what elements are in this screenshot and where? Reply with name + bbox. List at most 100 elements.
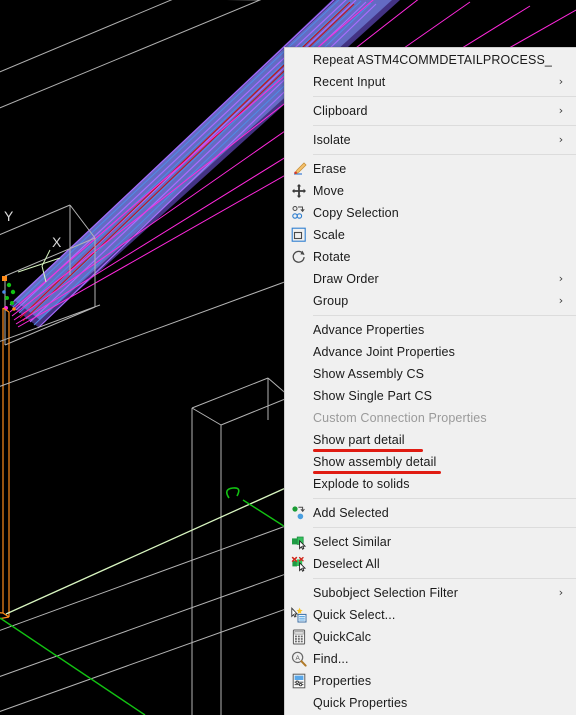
eraser-icon bbox=[294, 162, 307, 175]
copy-selection-icon bbox=[292, 206, 305, 219]
scale-icon-cell bbox=[285, 224, 313, 246]
menu-item-quick-properties[interactable]: Quick Properties bbox=[285, 692, 576, 714]
menu-item-advance-properties[interactable]: Advance Properties bbox=[285, 319, 576, 341]
menu-item-label: Isolate bbox=[313, 133, 351, 147]
menu-item-show-single-part-cs[interactable]: Show Single Part CS bbox=[285, 385, 576, 407]
menu-item-label: Quick Properties bbox=[313, 696, 408, 710]
menu-item-quickcalc[interactable]: QuickCalc bbox=[285, 626, 576, 648]
menu-item-group[interactable]: Group › bbox=[285, 290, 576, 312]
add-selected-icon-cell bbox=[285, 502, 313, 524]
menu-separator bbox=[313, 315, 576, 316]
rotate-icon bbox=[292, 250, 305, 263]
menu-item-move[interactable]: Move bbox=[285, 180, 576, 202]
menu-item-scale[interactable]: Scale bbox=[285, 224, 576, 246]
eraser-icon-cell bbox=[285, 158, 313, 180]
menu-item-explode-to-solids[interactable]: Explode to solids bbox=[285, 473, 576, 495]
menu-item-erase[interactable]: Erase bbox=[285, 158, 576, 180]
menu-item-icon-slot bbox=[285, 319, 313, 341]
menu-item-draw-order[interactable]: Draw Order › bbox=[285, 268, 576, 290]
menu-item-label: Move bbox=[313, 184, 345, 198]
menu-item-icon-slot bbox=[285, 582, 313, 604]
move-icon-cell bbox=[285, 180, 313, 202]
menu-item-repeat-command[interactable]: Repeat ASTM4COMMDETAILPROCESS_ bbox=[285, 49, 576, 71]
menu-separator bbox=[313, 125, 576, 126]
move-icon bbox=[292, 184, 306, 198]
menu-item-add-selected[interactable]: Add Selected bbox=[285, 502, 576, 524]
menu-item-icon-slot bbox=[285, 129, 313, 151]
menu-item-icon-slot bbox=[285, 100, 313, 122]
find-icon: A bbox=[291, 651, 307, 667]
menu-item-select-similar[interactable]: Select Similar bbox=[285, 531, 576, 553]
menu-item-label: QuickCalc bbox=[313, 630, 372, 644]
menu-item-properties[interactable]: Properties bbox=[285, 670, 576, 692]
menu-item-label: Select Similar bbox=[313, 535, 392, 549]
menu-item-rotate[interactable]: Rotate bbox=[285, 246, 576, 268]
menu-item-label: Draw Order bbox=[313, 272, 379, 286]
menu-item-label: Show part detail bbox=[313, 433, 405, 447]
menu-item-subobject-selection-filter[interactable]: Subobject Selection Filter › bbox=[285, 582, 576, 604]
menu-item-icon-slot bbox=[285, 385, 313, 407]
menu-item-label: Advance Joint Properties bbox=[313, 345, 455, 359]
menu-item-label: Properties bbox=[313, 674, 372, 688]
menu-item-label: Recent Input bbox=[313, 75, 386, 89]
menu-item-copy-selection[interactable]: Copy Selection bbox=[285, 202, 576, 224]
menu-item-icon-slot bbox=[285, 473, 313, 495]
menu-item-show-assembly-detail[interactable]: Show assembly detail bbox=[285, 451, 576, 473]
menu-item-show-part-detail[interactable]: Show part detail bbox=[285, 429, 576, 451]
quickcalc-icon bbox=[292, 629, 306, 645]
menu-separator bbox=[313, 498, 576, 499]
menu-item-find[interactable]: A Find... bbox=[285, 648, 576, 670]
properties-icon-cell bbox=[285, 670, 313, 692]
menu-item-icon-slot bbox=[285, 341, 313, 363]
rotate-icon-cell bbox=[285, 246, 313, 268]
menu-item-label: Show Assembly CS bbox=[313, 367, 425, 381]
menu-item-label: Rotate bbox=[313, 250, 351, 264]
menu-separator bbox=[313, 578, 576, 579]
menu-item-label: Explode to solids bbox=[313, 477, 410, 491]
menu-item-label: Copy Selection bbox=[313, 206, 399, 220]
menu-item-label: Add Selected bbox=[313, 506, 389, 520]
quick-select-icon-cell bbox=[285, 604, 313, 626]
chevron-right-icon: › bbox=[558, 133, 564, 146]
menu-item-icon-slot bbox=[285, 71, 313, 93]
menu-item-label: Show Single Part CS bbox=[313, 389, 433, 403]
menu-item-label: Deselect All bbox=[313, 557, 380, 571]
context-menu[interactable]: Repeat ASTM4COMMDETAILPROCESS_ Recent Inp… bbox=[284, 47, 576, 715]
quickcalc-icon-cell bbox=[285, 626, 313, 648]
svg-text:A: A bbox=[295, 655, 300, 662]
select-similar-icon bbox=[292, 536, 307, 550]
copy-selection-icon-cell bbox=[285, 202, 313, 224]
menu-item-label: Custom Connection Properties bbox=[313, 411, 487, 425]
menu-item-custom-connection-properties: Custom Connection Properties bbox=[285, 407, 576, 429]
menu-item-label: Clipboard bbox=[313, 104, 368, 118]
menu-item-label: Subobject Selection Filter bbox=[313, 586, 458, 600]
properties-icon bbox=[292, 673, 306, 689]
menu-item-recent-input[interactable]: Recent Input › bbox=[285, 71, 576, 93]
chevron-right-icon: › bbox=[558, 586, 564, 599]
screen: Y X Repeat ASTM4COMMDETAILPROCESS_ Recent… bbox=[0, 0, 576, 715]
menu-item-deselect-all[interactable]: Deselect All bbox=[285, 553, 576, 575]
menu-item-clipboard[interactable]: Clipboard › bbox=[285, 100, 576, 122]
find-icon-cell: A bbox=[285, 648, 313, 670]
add-selected-icon bbox=[292, 506, 305, 520]
deselect-all-icon-cell bbox=[285, 553, 313, 575]
menu-item-label: Erase bbox=[313, 162, 347, 176]
menu-item-label: Advance Properties bbox=[313, 323, 425, 337]
menu-item-isolate[interactable]: Isolate › bbox=[285, 129, 576, 151]
menu-item-advance-joint-properties[interactable]: Advance Joint Properties bbox=[285, 341, 576, 363]
quick-select-icon bbox=[291, 607, 307, 623]
chevron-right-icon: › bbox=[558, 104, 564, 117]
menu-separator bbox=[313, 96, 576, 97]
menu-item-icon-slot bbox=[285, 407, 313, 429]
menu-item-icon-slot bbox=[285, 451, 313, 473]
menu-item-label: Find... bbox=[313, 652, 349, 666]
menu-item-icon-slot bbox=[285, 49, 313, 71]
menu-item-icon-slot bbox=[285, 692, 313, 714]
menu-item-label: Show assembly detail bbox=[313, 455, 437, 469]
chevron-right-icon: › bbox=[558, 75, 564, 88]
menu-item-quick-select[interactable]: Quick Select... bbox=[285, 604, 576, 626]
menu-item-icon-slot bbox=[285, 429, 313, 451]
menu-item-icon-slot bbox=[285, 268, 313, 290]
menu-item-show-assembly-cs[interactable]: Show Assembly CS bbox=[285, 363, 576, 385]
menu-item-icon-slot bbox=[285, 363, 313, 385]
